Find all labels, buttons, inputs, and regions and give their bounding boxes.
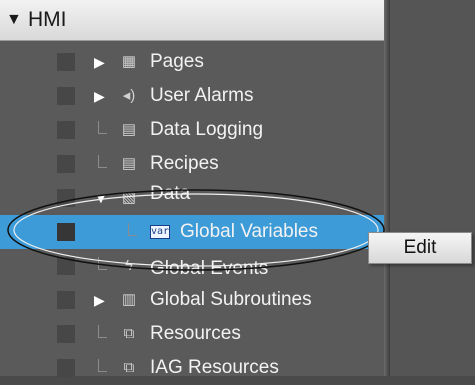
tree-root-header[interactable]: ▼ HMI <box>0 0 384 41</box>
status-square-icon <box>57 87 75 105</box>
data-logging-icon: ▤ <box>121 121 137 138</box>
tree-item-global-events[interactable]: ϟ Global Events <box>0 249 384 283</box>
tree-connector-icon <box>98 359 107 372</box>
tree-item-global-variables[interactable]: var Global Variables <box>0 215 384 249</box>
status-square-icon <box>57 121 75 139</box>
status-square-icon <box>57 53 75 71</box>
status-square-icon <box>57 189 75 207</box>
iag-resources-icon: ⧉ <box>123 359 135 376</box>
tree-connector-icon <box>98 257 107 270</box>
collapse-arrow-icon[interactable]: ▼ <box>94 190 110 206</box>
resources-icon: ⧉ <box>123 325 135 342</box>
tree-item-label: Resources <box>150 323 241 344</box>
expand-arrow-icon[interactable]: ▶ <box>94 88 110 104</box>
status-square-icon <box>57 257 75 275</box>
tree-item-label: Global Variables <box>180 221 319 242</box>
tree-item-pages[interactable]: ▶ ▦ Pages <box>0 45 384 79</box>
tree-item-label: Recipes <box>150 153 219 174</box>
status-square-icon <box>57 325 75 343</box>
tree-item-label: Pages <box>150 51 204 72</box>
tree-item-label: Global Events <box>150 258 269 279</box>
status-square-icon <box>57 155 75 173</box>
speaker-icon: ◂) <box>122 87 136 104</box>
expanded-caret-icon[interactable]: ▼ <box>6 0 22 40</box>
tree-item-label: Global Subroutines <box>150 289 312 310</box>
context-menu-edit[interactable]: Edit <box>368 232 472 264</box>
tree-item-recipes[interactable]: ▤ Recipes <box>0 147 384 181</box>
tree-item-user-alarms[interactable]: ▶ ◂) User Alarms <box>0 79 384 113</box>
tree-connector-icon <box>98 155 107 168</box>
tree-item-label: Data Logging <box>150 119 264 140</box>
tree-item-label: Data <box>150 183 191 204</box>
status-square-icon <box>57 291 75 309</box>
expand-arrow-icon[interactable]: ▶ <box>94 54 110 70</box>
pages-icon: ▦ <box>121 53 137 70</box>
tree-item-label: User Alarms <box>150 85 254 106</box>
tree-item-data[interactable]: ▼ ▧ Data <box>0 181 384 215</box>
tree-item-data-logging[interactable]: ▤ Data Logging <box>0 113 384 147</box>
tree-item-label: IAG Resources <box>150 357 279 378</box>
tree-connector-icon <box>98 121 107 134</box>
multiview-explorer-panel: ▼ HMI ▶ ▦ Pages ▶ ◂) User Alarms ▤ Data … <box>0 0 384 378</box>
tree-item-resources[interactable]: ⧉ Resources <box>0 317 384 351</box>
subroutine-icon: ▥ <box>121 291 137 308</box>
recipes-icon: ▤ <box>121 155 137 172</box>
tree-connector-icon <box>128 223 137 236</box>
data-folder-icon: ▧ <box>121 189 137 206</box>
lightning-icon: ϟ <box>125 257 133 274</box>
tree-connector-icon <box>98 325 107 338</box>
editor-pane <box>390 0 475 376</box>
tree-root-label: HMI <box>28 8 67 31</box>
var-icon: var <box>150 225 170 239</box>
tree-item-global-subroutines[interactable]: ▶ ▥ Global Subroutines <box>0 283 384 317</box>
status-square-icon <box>57 223 75 241</box>
expand-arrow-icon[interactable]: ▶ <box>94 292 110 308</box>
tree-item-iag-resources[interactable]: ⧉ IAG Resources <box>0 351 384 385</box>
status-square-icon <box>57 359 75 377</box>
